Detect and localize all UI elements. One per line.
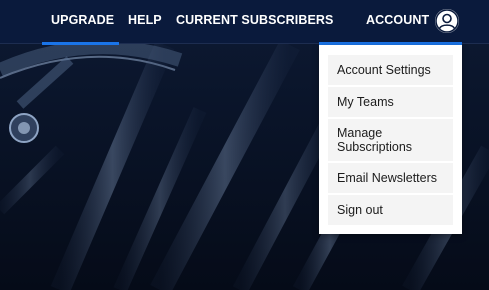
top-navigation-bar: UPGRADE HELP CURRENT SUBSCRIBERS ACCOUNT (0, 0, 489, 44)
nav-upgrade[interactable]: UPGRADE (51, 0, 114, 44)
menu-item-my-teams[interactable]: My Teams (328, 87, 453, 117)
menu-item-manage-subscriptions[interactable]: Manage Subscriptions (328, 119, 453, 161)
menu-item-account-settings[interactable]: Account Settings (328, 55, 453, 85)
nav-account[interactable]: ACCOUNT (366, 0, 429, 44)
nav-help[interactable]: HELP (128, 0, 162, 44)
user-avatar-icon[interactable] (435, 9, 459, 33)
active-tab-indicator (42, 42, 119, 45)
menu-item-email-newsletters[interactable]: Email Newsletters (328, 163, 453, 193)
nav-current-subscribers[interactable]: CURRENT SUBSCRIBERS (176, 0, 333, 44)
account-dropdown-menu: Account Settings My Teams Manage Subscri… (319, 45, 462, 234)
menu-item-sign-out[interactable]: Sign out (328, 195, 453, 225)
